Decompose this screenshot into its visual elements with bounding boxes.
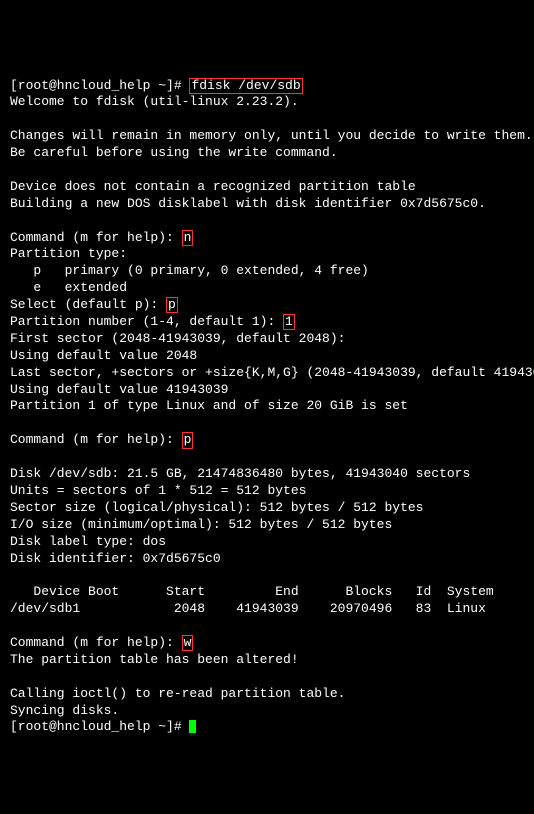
partition-table-row: /dev/sdb1 2048 41943039 20970496 83 Linu…	[10, 601, 486, 616]
highlight-command: fdisk /dev/sdb	[189, 78, 302, 94]
terminal-line[interactable]: [root@hncloud_help ~]#	[10, 719, 196, 734]
highlight-input-p: p	[166, 297, 178, 313]
highlight-input-n: n	[182, 230, 194, 246]
terminal-line: Using default value 41943039	[10, 382, 228, 397]
terminal-line: Welcome to fdisk (util-linux 2.23.2).	[10, 94, 299, 109]
shell-prompt: [root@hncloud_help ~]#	[10, 719, 189, 734]
fdisk-prompt: Command (m for help):	[10, 432, 182, 447]
terminal-line: Disk identifier: 0x7d5675c0	[10, 551, 221, 566]
terminal-line: Sector size (logical/physical): 512 byte…	[10, 500, 423, 515]
highlight-input-w: w	[182, 635, 194, 651]
fdisk-prompt: Command (m for help):	[10, 635, 182, 650]
terminal-line: Units = sectors of 1 * 512 = 512 bytes	[10, 483, 306, 498]
terminal-line: Select (default p): p	[10, 297, 178, 312]
fdisk-prompt: Command (m for help):	[10, 230, 182, 245]
terminal-line: First sector (2048-41943039, default 204…	[10, 331, 345, 346]
terminal-line: Partition number (1-4, default 1): 1	[10, 314, 295, 329]
terminal-line: Using default value 2048	[10, 348, 197, 363]
terminal-line: Command (m for help): w	[10, 635, 193, 650]
shell-prompt: [root@hncloud_help ~]#	[10, 78, 189, 93]
terminal-line: Building a new DOS disklabel with disk i…	[10, 196, 486, 211]
terminal-line: I/O size (minimum/optimal): 512 bytes / …	[10, 517, 392, 532]
terminal-line: Disk /dev/sdb: 21.5 GB, 21474836480 byte…	[10, 466, 470, 481]
terminal-line: Partition 1 of type Linux and of size 20…	[10, 398, 408, 413]
terminal-line: Syncing disks.	[10, 703, 119, 718]
cursor-icon	[189, 720, 196, 733]
highlight-input-p2: p	[182, 432, 194, 448]
terminal-line: [root@hncloud_help ~]# fdisk /dev/sdb	[10, 78, 303, 93]
fdisk-prompt-select: Select (default p):	[10, 297, 166, 312]
highlight-input-1: 1	[283, 314, 295, 330]
terminal-line: Device does not contain a recognized par…	[10, 179, 416, 194]
terminal-line: Disk label type: dos	[10, 534, 166, 549]
terminal-line: e extended	[10, 280, 127, 295]
terminal-line: Be careful before using the write comman…	[10, 145, 338, 160]
fdisk-prompt-partnum: Partition number (1-4, default 1):	[10, 314, 283, 329]
terminal-line: Last sector, +sectors or +size{K,M,G} (2…	[10, 365, 534, 380]
terminal-line: Partition type:	[10, 246, 127, 261]
terminal-line: The partition table has been altered!	[10, 652, 299, 667]
terminal-line: Calling ioctl() to re-read partition tab…	[10, 686, 345, 701]
terminal-line: Changes will remain in memory only, unti…	[10, 128, 533, 143]
terminal-line: Command (m for help): n	[10, 230, 193, 245]
terminal-line: p primary (0 primary, 0 extended, 4 free…	[10, 263, 369, 278]
terminal-line: Command (m for help): p	[10, 432, 193, 447]
partition-table-header: Device Boot Start End Blocks Id System	[10, 584, 494, 599]
